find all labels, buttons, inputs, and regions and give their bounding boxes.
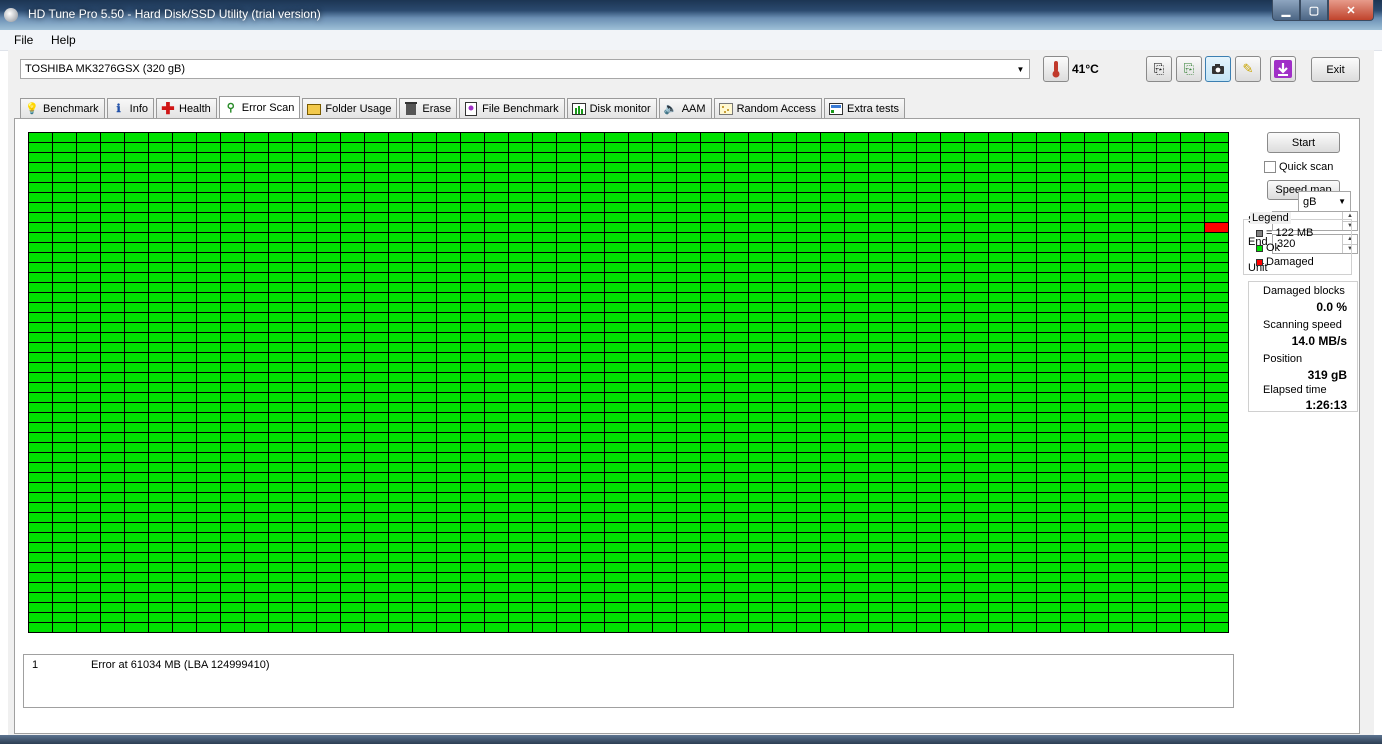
tab-disk-monitor[interactable]: Disk monitor <box>566 98 657 118</box>
tab-aam[interactable]: 🔈 AAM <box>658 98 712 118</box>
trash-icon <box>403 101 419 117</box>
log-row-message: Error at 61034 MB (LBA 124999410) <box>91 659 270 671</box>
menu-help[interactable]: Help <box>51 33 76 47</box>
tab-error-scan[interactable]: ⚲ Error Scan <box>218 96 301 118</box>
tab-file-benchmark[interactable]: File Benchmark <box>459 98 565 118</box>
thermometer-icon <box>1043 56 1069 82</box>
extra-tests-icon <box>828 101 844 117</box>
folder-icon <box>306 101 322 117</box>
tab-benchmark[interactable]: 💡 Benchmark <box>20 98 105 118</box>
options-button[interactable]: ✎ <box>1235 56 1261 82</box>
app-icon <box>4 8 18 22</box>
maximize-button[interactable]: ▢ <box>1300 0 1328 21</box>
magnifier-icon: ⚲ <box>226 102 235 114</box>
title-bar: HD Tune Pro 5.50 - Hard Disk/SSD Utility… <box>0 0 1382 30</box>
tab-extra-tests[interactable]: Extra tests <box>824 98 906 118</box>
scanning-speed-value: 14.0 MB/s <box>1291 334 1347 348</box>
copy-icon: ⎘ <box>1153 61 1165 76</box>
exit-button[interactable]: Exit <box>1311 57 1360 82</box>
scanning-speed-label: Scanning speed <box>1263 319 1342 331</box>
tab-random-access[interactable]: Random Access <box>713 98 823 118</box>
scan-statistics: Damaged blocks 0.0 % Scanning speed 14.0… <box>1248 281 1358 412</box>
chevron-down-icon: ▼ <box>1016 64 1025 74</box>
quick-scan-checkbox[interactable] <box>1264 161 1276 173</box>
menu-bar: File Help <box>0 30 1382 51</box>
elapsed-time-value: 1:26:13 <box>1305 398 1347 412</box>
position-label: Position <box>1263 353 1303 365</box>
tab-folder-usage[interactable]: Folder Usage <box>302 98 398 118</box>
unit-select-value: gB <box>1303 196 1317 208</box>
gray-swatch-icon <box>1256 229 1263 237</box>
disk-monitor-icon <box>571 101 587 117</box>
temperature-readout: 41°C <box>1072 62 1099 76</box>
damaged-blocks-value: 0.0 % <box>1316 300 1347 314</box>
damaged-blocks-label: Damaged blocks <box>1263 285 1345 297</box>
save-button[interactable] <box>1270 56 1296 82</box>
position-value: 319 gB <box>1307 368 1347 382</box>
tab-health[interactable]: ✚ Health <box>156 98 217 118</box>
legend: Legend = 122 MB Ok Damaged <box>1243 212 1352 275</box>
green-swatch-icon <box>1256 244 1263 252</box>
legend-damaged: Damaged <box>1256 256 1314 268</box>
taskbar <box>0 735 1382 744</box>
unit-select[interactable]: gB ▼ <box>1298 191 1351 212</box>
drive-select[interactable]: TOSHIBA MK3276GSX (320 gB) ▼ <box>20 59 1030 79</box>
lightbulb-icon: 💡 <box>25 103 39 115</box>
drive-select-value: TOSHIBA MK3276GSX (320 gB) <box>25 63 185 75</box>
quick-scan-label: Quick scan <box>1279 161 1334 173</box>
copy-all-button[interactable]: ⎘ <box>1176 56 1202 82</box>
legend-title: Legend <box>1250 212 1291 224</box>
file-benchmark-icon <box>463 101 479 117</box>
tab-erase[interactable]: Erase <box>399 98 458 118</box>
elapsed-time-label: Elapsed time <box>1263 384 1327 396</box>
info-icon: ℹ <box>116 103 121 115</box>
copy-text-button[interactable]: ⎘ <box>1146 56 1172 82</box>
legend-block-size: = 122 MB <box>1256 227 1313 239</box>
copy-all-icon: ⎘ <box>1183 61 1195 76</box>
log-row-index: 1 <box>32 659 39 671</box>
minimize-button[interactable]: ▁ <box>1272 0 1300 21</box>
chevron-down-icon: ▼ <box>1338 197 1346 206</box>
tools-icon: ✎ <box>1242 61 1254 76</box>
legend-ok: Ok <box>1256 242 1280 254</box>
error-log[interactable]: 1 Error at 61034 MB (LBA 124999410) <box>23 654 1234 708</box>
block-map-damaged-block <box>1205 223 1228 232</box>
download-arrow-icon <box>1274 60 1292 78</box>
window-controls: ▁ ▢ ✕ <box>1272 0 1374 22</box>
block-map <box>28 132 1229 633</box>
tab-strip: 💡 Benchmark ℹ Info ✚ Health ⚲ Error Scan… <box>20 96 907 118</box>
menu-file[interactable]: File <box>14 33 33 47</box>
tab-info[interactable]: ℹ Info <box>106 98 154 118</box>
error-scan-panel: 1 Error at 61034 MB (LBA 124999410) <box>14 118 1360 734</box>
random-access-icon <box>718 101 734 117</box>
speaker-icon: 🔈 <box>663 103 678 115</box>
block-map-ok-blocks <box>28 132 1229 633</box>
window-title: HD Tune Pro 5.50 - Hard Disk/SSD Utility… <box>28 7 321 21</box>
close-button[interactable]: ✕ <box>1328 0 1374 21</box>
start-scan-button[interactable]: Start <box>1267 132 1340 153</box>
main-window: TOSHIBA MK3276GSX (320 gB) ▼ 41°C ⎘ ⎘ ✎ … <box>8 50 1374 744</box>
screenshot-button[interactable] <box>1205 56 1231 82</box>
camera-icon <box>1212 64 1224 74</box>
health-cross-icon: ✚ <box>161 100 175 118</box>
red-swatch-icon <box>1256 258 1263 266</box>
